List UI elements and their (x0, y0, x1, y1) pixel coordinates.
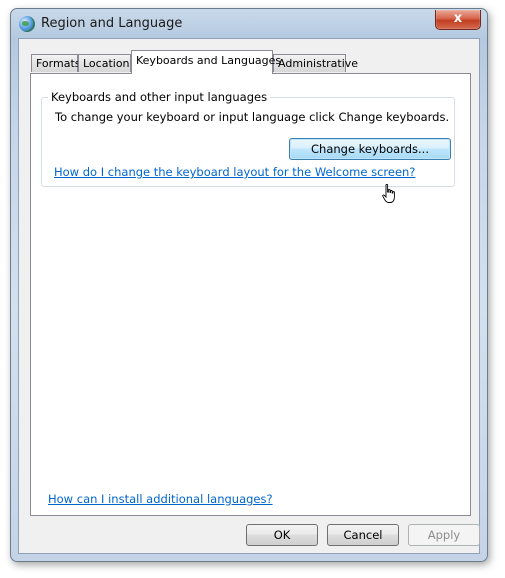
title-bar[interactable]: Region and Language x (11, 9, 487, 39)
apply-button[interactable]: Apply (408, 524, 480, 546)
tab-location[interactable]: Location (78, 54, 131, 72)
cancel-button[interactable]: Cancel (327, 524, 399, 546)
tab-administrative[interactable]: Administrative (273, 54, 358, 72)
globe-icon (19, 16, 35, 32)
hand-cursor-icon (382, 184, 395, 203)
region-language-window: Region and Language x Formats Location K… (10, 8, 488, 562)
welcome-screen-keyboard-link[interactable]: How do I change the keyboard layout for … (54, 165, 415, 179)
ok-button[interactable]: OK (246, 524, 318, 546)
groupbox-description: To change your keyboard or input languag… (55, 110, 450, 124)
keyboards-tab-panel: Keyboards and other input languages To c… (30, 73, 471, 516)
change-keyboards-button[interactable]: Change keyboards... (289, 138, 451, 160)
tab-keyboards-and-languages[interactable]: Keyboards and Languages (131, 50, 281, 74)
dialog-client-area: Formats Location Keyboards and Languages… (18, 38, 480, 554)
install-languages-link[interactable]: How can I install additional languages? (48, 492, 273, 506)
groupbox-title: Keyboards and other input languages (48, 90, 271, 104)
close-icon: x (453, 11, 463, 26)
keyboards-groupbox: Keyboards and other input languages To c… (41, 90, 455, 187)
tab-formats[interactable]: Formats (31, 54, 81, 72)
window-title: Region and Language (41, 16, 183, 31)
close-button[interactable]: x (435, 10, 481, 30)
